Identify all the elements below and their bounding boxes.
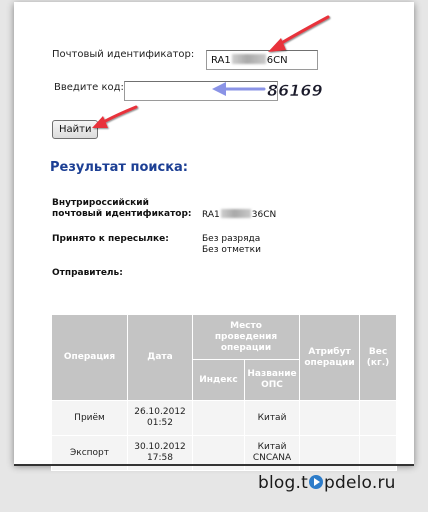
accepted-label: Принято к пересылке: <box>52 234 169 244</box>
col-index-header: Индекс <box>192 359 245 401</box>
col-weight-header: Вес (кг.) <box>359 314 398 401</box>
table-row: Приём 26.10.2012 01:52 Китай <box>51 400 398 436</box>
redacted-blur <box>220 209 251 218</box>
captcha-code-input[interactable] <box>124 81 278 101</box>
internal-id-label-line1: Внутрироссийский <box>52 198 149 208</box>
search-result-heading: Результат поиска: <box>50 160 189 175</box>
col-ops-name-header: Название ОПС <box>243 359 301 401</box>
col-operation-header: Операция <box>51 314 128 401</box>
accepted-value-line1: Без разряда <box>202 234 261 244</box>
col-date-header: Дата <box>127 314 193 401</box>
internal-id-value: RA1 36CN <box>202 209 276 221</box>
search-page: Почтовый идентификатор: RA1 6CN Введите к… <box>14 2 414 471</box>
page-bottom-divider <box>14 464 414 466</box>
captcha-code-label: Введите код: <box>54 82 124 93</box>
internal-id-value-end: 36CN <box>251 210 277 220</box>
accepted-value-line2: Без отметки <box>202 245 261 255</box>
tracking-id-input[interactable]: RA1 6CN <box>206 50 318 70</box>
play-icon <box>308 475 323 489</box>
cell-weight <box>359 400 398 436</box>
tracking-id-value-end: 6CN <box>266 55 288 66</box>
col-place-header: Место проведения операции <box>191 314 301 360</box>
sender-label: Отправитель: <box>52 268 123 278</box>
tracking-id-label: Почтовый идентификатор: <box>52 49 195 60</box>
internal-id-label-line2: почтовый идентификатор: <box>52 209 192 219</box>
find-button[interactable]: Найти <box>52 120 99 139</box>
tracking-history-table: Операция Дата Место проведения операции Ат… <box>51 314 398 471</box>
internal-id-value-start: RA1 <box>202 210 220 220</box>
watermark: blog.t pdelo.ru <box>258 473 396 493</box>
cell-operation: Приём <box>51 400 128 436</box>
col-attribute-header: Атрибут операции <box>299 314 361 401</box>
redacted-blur <box>231 54 266 64</box>
tracking-id-value-start: RA1 <box>211 55 231 66</box>
table-header-row: Операция Дата Место проведения операции Ат… <box>51 314 398 401</box>
cell-date: 26.10.2012 01:52 <box>127 400 193 436</box>
cell-ops-name: Китай <box>243 400 301 436</box>
cell-index <box>192 400 245 436</box>
cell-attribute <box>299 400 361 436</box>
